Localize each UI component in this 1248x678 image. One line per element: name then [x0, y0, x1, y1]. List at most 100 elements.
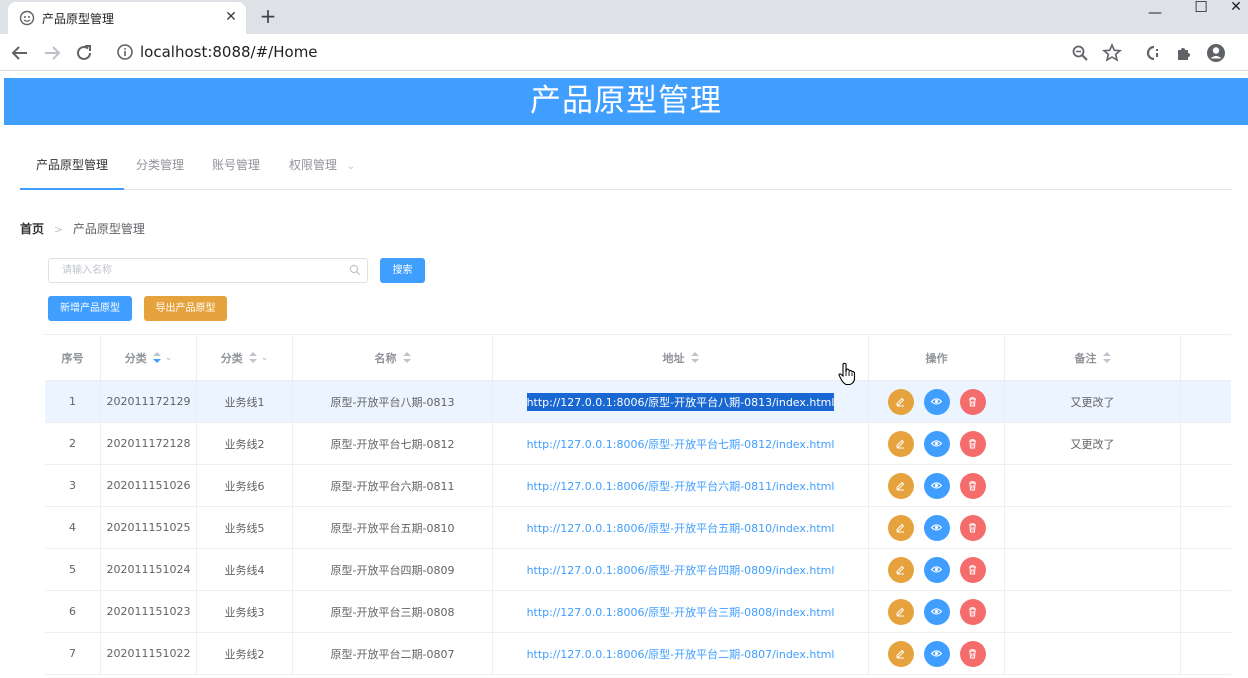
- sort-caret-icon[interactable]: [152, 351, 161, 364]
- site-info-icon[interactable]: [116, 43, 134, 61]
- edit-button[interactable]: [887, 598, 914, 625]
- browser-tab-strip: 产品原型管理 ✕ + — ☐ ✕: [0, 0, 1248, 34]
- row-note: 又更改了: [1070, 395, 1115, 409]
- window-close-button[interactable]: ✕: [1224, 0, 1248, 30]
- row-index: 4: [69, 521, 76, 534]
- breadcrumb-home-link[interactable]: 首页: [20, 222, 44, 236]
- view-button[interactable]: [923, 472, 950, 499]
- edit-button[interactable]: [887, 388, 914, 415]
- table-row[interactable]: 5 202011151024 业务线4 原型-开放平台四期-0809 http://12…: [45, 549, 1231, 591]
- minimize-button[interactable]: —: [1132, 6, 1178, 36]
- trash-icon: [969, 565, 976, 575]
- row-name: 原型-开放平台五期-0810: [330, 521, 455, 535]
- row-index: 2: [69, 437, 76, 450]
- edit-button[interactable]: [887, 430, 914, 457]
- view-button[interactable]: [923, 556, 950, 583]
- edit-button[interactable]: [887, 640, 914, 667]
- back-arrow-icon[interactable]: [9, 42, 31, 64]
- add-prototype-button[interactable]: 新增产品原型: [48, 296, 132, 321]
- sort-caret-icon[interactable]: [1102, 351, 1111, 364]
- sort-caret-icon[interactable]: [248, 351, 257, 364]
- filter-chevron-icon[interactable]: ⌄: [165, 353, 173, 363]
- row-category-code: 202011151024: [106, 563, 191, 576]
- table-row[interactable]: 1 202011172129 业务线1 原型-开放平台八期-0813 http://12…: [45, 381, 1231, 423]
- extensions-puzzle-icon[interactable]: [1173, 42, 1195, 64]
- row-business-line: 业务线5: [224, 521, 265, 535]
- delete-button[interactable]: [959, 598, 986, 625]
- row-name: 原型-开放平台二期-0807: [330, 647, 455, 661]
- forward-arrow-icon[interactable]: [41, 42, 63, 64]
- edit-button[interactable]: [887, 556, 914, 583]
- maximize-button[interactable]: ☐: [1178, 0, 1224, 30]
- search-button[interactable]: 搜索: [380, 258, 425, 283]
- table-row[interactable]: 2 202011172128 业务线2 原型-开放平台七期-0812 http://12…: [45, 423, 1231, 465]
- bookmark-star-icon[interactable]: [1101, 42, 1123, 64]
- search-icon[interactable]: [349, 264, 361, 276]
- sort-caret-icon[interactable]: [690, 351, 699, 364]
- view-button[interactable]: [923, 388, 950, 415]
- globe-icon: [19, 10, 35, 26]
- table-row[interactable]: 7 202011151022 业务线2 原型-开放平台二期-0807 http://12…: [45, 633, 1231, 675]
- delete-button[interactable]: [959, 556, 986, 583]
- row-url-link[interactable]: http://127.0.0.1:8006/原型-开放平台三期-0808/ind…: [527, 604, 835, 620]
- column-header-label: 操作: [925, 351, 948, 365]
- reload-icon[interactable]: [73, 42, 95, 64]
- eye-icon: [930, 566, 943, 573]
- row-name: 原型-开放平台八期-0813: [330, 395, 455, 409]
- menu-item-label: 产品原型管理: [36, 158, 109, 172]
- breadcrumb-current: 产品原型管理: [72, 222, 145, 236]
- row-actions: [869, 381, 1005, 422]
- view-button[interactable]: [923, 514, 950, 541]
- hand-pointer-cursor-icon: [838, 362, 856, 386]
- extension-c-icon[interactable]: [1141, 42, 1163, 64]
- row-url-link[interactable]: http://127.0.0.1:8006/原型-开放平台二期-0807/ind…: [527, 646, 835, 662]
- filter-chevron-icon[interactable]: ⌄: [261, 353, 269, 363]
- edit-button[interactable]: [887, 472, 914, 499]
- row-actions: [869, 465, 1005, 506]
- search-input[interactable]: [49, 259, 339, 282]
- breadcrumb: 首页 > 产品原型管理: [20, 220, 145, 237]
- new-tab-button[interactable]: +: [257, 6, 279, 28]
- address-bar[interactable]: localhost:8088/#/Home: [140, 43, 318, 61]
- row-url-link[interactable]: http://127.0.0.1:8006/原型-开放平台六期-0811/ind…: [527, 478, 835, 494]
- menu-item-accounts[interactable]: 账号管理: [212, 142, 260, 189]
- row-url-link[interactable]: http://127.0.0.1:8006/原型-开放平台五期-0810/ind…: [527, 520, 835, 536]
- eye-icon: [930, 608, 943, 615]
- column-header-label: 分类: [124, 351, 147, 365]
- table-row[interactable]: 6 202011151023 业务线3 原型-开放平台三期-0808 http://12…: [45, 591, 1231, 633]
- delete-button[interactable]: [959, 388, 986, 415]
- delete-button[interactable]: [959, 514, 986, 541]
- menu-item-categories[interactable]: 分类管理: [136, 142, 184, 189]
- table-row[interactable]: 3 202011151026 业务线6 原型-开放平台六期-0811 http://12…: [45, 465, 1231, 507]
- zoom-icon[interactable]: [1069, 42, 1091, 64]
- sort-caret-icon[interactable]: [402, 351, 411, 364]
- column-header-label: 地址: [662, 351, 685, 365]
- row-url-link[interactable]: http://127.0.0.1:8006/原型-开放平台四期-0809/ind…: [527, 562, 835, 578]
- menu-item-label: 分类管理: [136, 158, 185, 172]
- page-title: 产品原型管理: [530, 83, 722, 119]
- row-name: 原型-开放平台三期-0808: [330, 605, 455, 619]
- eye-icon: [930, 524, 943, 531]
- trash-icon: [969, 481, 976, 491]
- delete-button[interactable]: [959, 430, 986, 457]
- edit-button[interactable]: [887, 514, 914, 541]
- delete-button[interactable]: [959, 472, 986, 499]
- column-header: 序号: [45, 335, 101, 380]
- row-name: 原型-开放平台七期-0812: [330, 437, 455, 451]
- column-header: 分类 ⌄: [101, 335, 197, 380]
- menu-item-permissions[interactable]: 权限管理 ⌄: [289, 142, 355, 189]
- table-row[interactable]: 4 202011151025 业务线5 原型-开放平台五期-0810 http://12…: [45, 507, 1231, 549]
- profile-avatar-icon[interactable]: [1205, 42, 1227, 64]
- menu-item-prototypes[interactable]: 产品原型管理: [20, 142, 125, 190]
- delete-button[interactable]: [959, 640, 986, 667]
- tab-close-icon[interactable]: ✕: [222, 8, 240, 26]
- row-url-link[interactable]: http://127.0.0.1:8006/原型-开放平台七期-0812/ind…: [527, 436, 835, 452]
- export-prototype-button[interactable]: 导出产品原型: [144, 296, 227, 321]
- row-business-line: 业务线4: [224, 563, 265, 577]
- menu-item-label: 账号管理: [212, 158, 261, 172]
- view-button[interactable]: [923, 598, 950, 625]
- row-url-link[interactable]: http://127.0.0.1:8006/原型-开放平台八期-0813/ind…: [526, 392, 835, 411]
- view-button[interactable]: [923, 640, 950, 667]
- view-button[interactable]: [923, 430, 950, 457]
- browser-tab[interactable]: 产品原型管理 ✕: [8, 2, 246, 34]
